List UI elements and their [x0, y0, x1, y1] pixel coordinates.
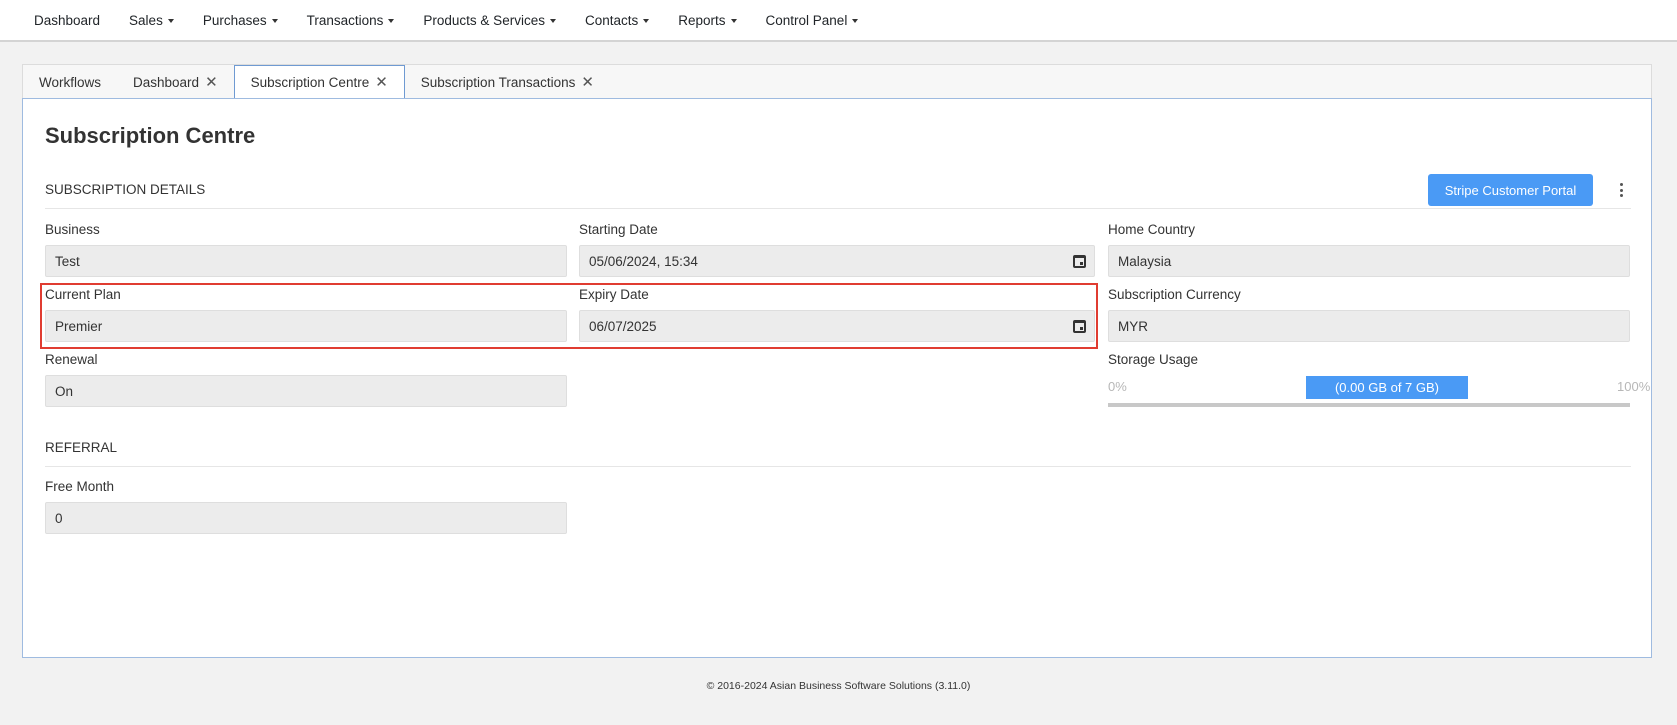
nav-dashboard[interactable]: Dashboard — [34, 13, 100, 28]
nav-purchases[interactable]: Purchases — [203, 13, 278, 28]
current-plan-label: Current Plan — [45, 287, 121, 302]
nav-contacts-label: Contacts — [584, 12, 639, 28]
free-month-field: 0 — [45, 502, 567, 534]
nav-products-services-label: Products & Services — [423, 12, 545, 28]
business-value: Test — [55, 253, 80, 269]
close-icon[interactable]: ✕ — [205, 75, 218, 90]
expiry-date-label: Expiry Date — [579, 287, 649, 302]
renewal-field: On — [45, 375, 567, 407]
more-options-icon[interactable] — [1611, 179, 1631, 201]
stripe-customer-portal-button[interactable]: Stripe Customer Portal — [1428, 174, 1593, 206]
caret-down-icon — [643, 18, 650, 23]
section-title: SUBSCRIPTION DETAILS — [45, 182, 206, 197]
current-plan-value: Premier — [55, 318, 103, 334]
nav-transactions[interactable]: Transactions — [307, 13, 395, 28]
subscription-currency-field: MYR — [1108, 310, 1630, 342]
calendar-icon[interactable] — [1073, 255, 1086, 268]
storage-usage-badge: (0.00 GB of 7 GB) — [1306, 376, 1468, 399]
current-plan-field: Premier — [45, 310, 567, 342]
close-icon[interactable]: ✕ — [581, 75, 594, 90]
expiry-date-value: 06/07/2025 — [589, 318, 657, 334]
home-country-label: Home Country — [1108, 222, 1196, 237]
renewal-label: Renewal — [45, 352, 98, 367]
referral-header: REFERRAL — [45, 429, 1631, 467]
storage-max-label: 100% — [1617, 379, 1651, 394]
nav-transactions-label: Transactions — [306, 12, 384, 28]
starting-date-field: 05/06/2024, 15:34 — [579, 245, 1095, 277]
tab-subscription-transactions[interactable]: Subscription Transactions ✕ — [405, 65, 610, 99]
tab-bar: Workflows Dashboard ✕ Subscription Centre… — [22, 64, 1652, 100]
footer-copyright: © 2016-2024 Asian Business Software Solu… — [706, 680, 971, 692]
starting-date-label: Starting Date — [579, 222, 658, 237]
home-country-field: Malaysia — [1108, 245, 1630, 277]
nav-sales[interactable]: Sales — [129, 13, 174, 28]
free-month-value: 0 — [55, 510, 63, 526]
nav-dashboard-label: Dashboard — [34, 12, 101, 28]
tab-subscription-centre[interactable]: Subscription Centre ✕ — [233, 65, 405, 100]
tab-label: Dashboard — [133, 74, 200, 90]
top-navigation: Dashboard Sales Purchases Transactions P… — [0, 0, 1677, 42]
nav-sales-label: Sales — [129, 12, 163, 28]
caret-down-icon — [852, 18, 859, 23]
starting-date-value: 05/06/2024, 15:34 — [589, 253, 698, 269]
content-panel: Subscription Centre SUBSCRIPTION DETAILS… — [22, 98, 1652, 658]
nav-products-services[interactable]: Products & Services — [423, 13, 556, 28]
business-field: Test — [45, 245, 567, 277]
caret-down-icon — [549, 18, 556, 23]
subscription-currency-label: Subscription Currency — [1108, 287, 1241, 302]
expiry-date-field: 06/07/2025 — [579, 310, 1095, 342]
storage-usage-bar — [1108, 403, 1630, 407]
calendar-icon[interactable] — [1073, 320, 1086, 333]
page-title: Subscription Centre — [45, 123, 256, 148]
close-icon[interactable]: ✕ — [375, 75, 388, 90]
tab-dashboard[interactable]: Dashboard ✕ — [117, 65, 234, 99]
nav-purchases-label: Purchases — [202, 12, 267, 28]
nav-reports-label: Reports — [678, 12, 726, 28]
home-country-value: Malaysia — [1118, 253, 1172, 269]
caret-down-icon — [271, 18, 278, 23]
nav-control-panel[interactable]: Control Panel — [766, 13, 859, 28]
nav-reports[interactable]: Reports — [678, 12, 737, 28]
caret-down-icon — [730, 18, 737, 23]
caret-down-icon — [167, 18, 174, 23]
storage-usage-label: Storage Usage — [1108, 352, 1199, 367]
nav-contacts[interactable]: Contacts — [584, 12, 650, 28]
renewal-value: On — [55, 383, 74, 399]
tab-workflows[interactable]: Workflows — [23, 65, 117, 99]
tab-label: Subscription Transactions — [420, 74, 576, 90]
nav-control-panel-label: Control Panel — [765, 12, 848, 28]
section-title: REFERRAL — [45, 440, 118, 455]
tab-label: Subscription Centre — [250, 75, 370, 90]
caret-down-icon — [388, 18, 395, 23]
tab-label: Workflows — [39, 74, 102, 90]
subscription-details-header: SUBSCRIPTION DETAILS — [45, 171, 1631, 209]
storage-min-label: 0% — [1108, 379, 1127, 394]
subscription-currency-value: MYR — [1118, 318, 1148, 334]
business-label: Business — [45, 222, 100, 237]
free-month-label: Free Month — [45, 479, 115, 494]
